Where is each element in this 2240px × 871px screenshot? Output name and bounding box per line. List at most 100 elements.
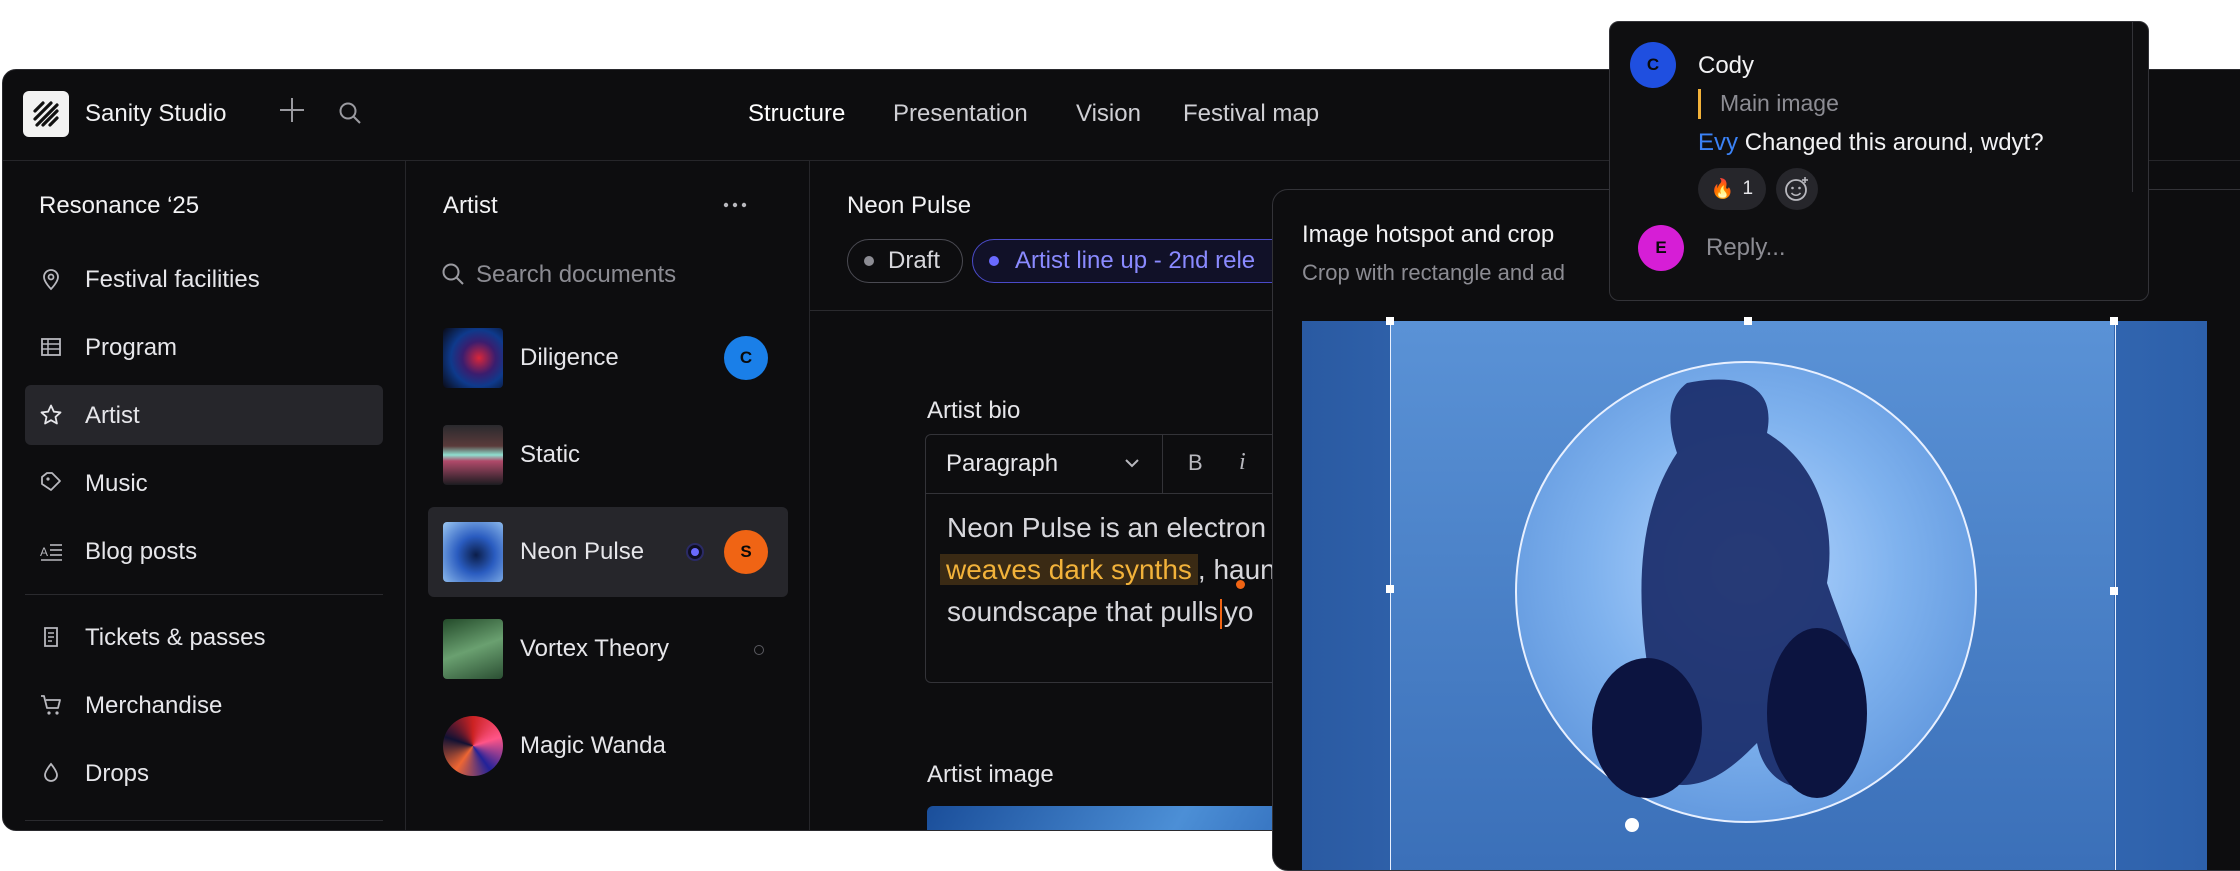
- drop-icon: [39, 761, 63, 785]
- cursor-handle: [1236, 580, 1245, 589]
- header-divider: [810, 310, 1310, 311]
- add-reaction-icon[interactable]: [1776, 168, 1818, 210]
- document-title: Neon Pulse: [847, 192, 972, 219]
- crop-handle-top[interactable]: [1744, 317, 1752, 325]
- artist-thumbnail: [443, 328, 503, 388]
- italic-button[interactable]: i: [1239, 449, 1246, 476]
- search-placeholder: Search documents: [476, 261, 677, 288]
- field-quote-bar: [1698, 89, 1701, 119]
- sidebar-item-label: Drops: [85, 760, 150, 787]
- crop-handle-right[interactable]: [2110, 587, 2118, 595]
- hotspot-circle[interactable]: [1515, 361, 1977, 823]
- app-title: Sanity Studio: [85, 100, 227, 127]
- structure-sidebar: Resonance ‘25 Festival facilities Progra…: [3, 161, 406, 830]
- list-item-diligence[interactable]: Diligence C: [428, 313, 788, 403]
- artist-list-pane: Artist Search documents Diligence C Stat…: [406, 161, 810, 830]
- sidebar-item-label: Blog posts: [85, 538, 198, 565]
- sidebar-item-music[interactable]: Music: [25, 453, 383, 513]
- map-pin-icon: [39, 267, 63, 291]
- sidebar-item-festival-facilities[interactable]: Festival facilities: [25, 249, 383, 309]
- draft-dot: [864, 256, 874, 266]
- bio-line-2: weaves dark synths, haun: [940, 549, 1276, 591]
- hotspot-handle[interactable]: [1625, 818, 1639, 832]
- crop-handle-left[interactable]: [1386, 585, 1394, 593]
- sidebar-divider: [25, 594, 383, 595]
- sidebar-divider: [25, 820, 383, 821]
- sidebar-item-label: Merchandise: [85, 692, 223, 719]
- avatar: C: [724, 336, 768, 380]
- bio-line-3: soundscape that pulls yo: [947, 591, 1253, 633]
- sidebar-item-merchandise[interactable]: Merchandise: [25, 675, 383, 735]
- artist-bio-editor[interactable]: Paragraph B i Neon Pulse is an electron …: [925, 434, 1327, 683]
- comment-text: Changed this around, wdyt?: [1744, 129, 2044, 156]
- reply-input[interactable]: Reply...: [1706, 234, 1786, 262]
- nav-structure[interactable]: Structure: [748, 100, 845, 128]
- artist-thumbnail: [443, 716, 503, 776]
- more-menu-icon[interactable]: [720, 189, 750, 219]
- sidebar-item-label: Festival facilities: [85, 266, 260, 293]
- artist-thumbnail: [443, 522, 503, 582]
- artist-thumbnail: [443, 425, 503, 485]
- hotspot-title: Image hotspot and crop: [1302, 221, 1555, 248]
- comment-author: Cody: [1698, 52, 1755, 79]
- editor-toolbar: Paragraph B i: [926, 435, 1326, 494]
- avatar: S: [724, 530, 768, 574]
- fire-icon: 🔥: [1710, 179, 1735, 200]
- list-item-magic-wanda[interactable]: Magic Wanda: [428, 701, 788, 791]
- sidebar-item-blog-posts[interactable]: A Blog posts: [25, 521, 383, 581]
- nav-presentation[interactable]: Presentation: [893, 100, 1028, 128]
- sidebar-item-label: Program: [85, 334, 178, 361]
- bio-line-1: Neon Pulse is an electron: [947, 512, 1267, 543]
- artist-image-preview[interactable]: [927, 806, 1327, 830]
- avatar: C: [1630, 42, 1676, 88]
- svg-text:A: A: [40, 545, 48, 559]
- search-documents-input[interactable]: Search documents: [440, 254, 780, 294]
- draft-badge[interactable]: Draft: [847, 239, 963, 283]
- status-dot: [754, 645, 764, 655]
- release-dot: [989, 256, 999, 266]
- release-status-dot: [686, 543, 704, 561]
- sidebar-item-label: Tickets & passes: [85, 624, 266, 651]
- avatar: E: [1638, 225, 1684, 271]
- comment-popover: C Cody Main image Evy Changed this aroun…: [1609, 21, 2149, 301]
- crop-canvas[interactable]: [1302, 317, 2207, 870]
- list-item-label: Diligence: [520, 344, 619, 371]
- cart-icon: [39, 693, 63, 717]
- sidebar-item-tickets[interactable]: Tickets & passes: [25, 607, 383, 667]
- mention[interactable]: Evy: [1698, 129, 1738, 156]
- sidebar-item-artist[interactable]: Artist: [25, 385, 383, 445]
- style-select-value: Paragraph: [946, 450, 1059, 477]
- list-item-neon-pulse[interactable]: Neon Pulse S: [428, 507, 788, 597]
- comment-body: Evy Changed this around, wdyt?: [1698, 129, 2044, 157]
- list-item-static[interactable]: Static: [428, 410, 788, 500]
- sidebar-item-drops[interactable]: Drops: [25, 743, 383, 803]
- list-item-label: Vortex Theory: [520, 635, 669, 662]
- sidebar-item-program[interactable]: Program: [25, 317, 383, 377]
- search-icon[interactable]: [337, 100, 363, 131]
- list-item-label: Neon Pulse: [520, 538, 645, 565]
- crop-handle-top-left[interactable]: [1386, 317, 1394, 325]
- nav-festival-map[interactable]: Festival map: [1183, 100, 1319, 128]
- highlighted-text: weaves dark synths: [940, 554, 1198, 585]
- list-item-vortex-theory[interactable]: Vortex Theory: [428, 604, 788, 694]
- bio-line-3-b: yo: [1223, 596, 1254, 627]
- text-cursor: [1219, 598, 1222, 629]
- bold-button[interactable]: B: [1188, 450, 1203, 476]
- create-plus-icon[interactable]: [277, 95, 307, 131]
- chevron-down-icon: [1122, 453, 1142, 478]
- style-select[interactable]: Paragraph: [926, 435, 1163, 493]
- crop-handle-top-right[interactable]: [2110, 317, 2118, 325]
- reaction-count: 1: [1742, 178, 1754, 199]
- nav-vision[interactable]: Vision: [1076, 100, 1141, 128]
- sanity-logo-icon[interactable]: [23, 91, 69, 137]
- pane-title: Artist: [443, 192, 498, 219]
- list-item-label: Static: [520, 441, 581, 468]
- list-item-label: Magic Wanda: [520, 732, 666, 759]
- bio-line-3-a: soundscape that pulls: [947, 596, 1218, 627]
- sidebar-title: Resonance ‘25: [39, 192, 200, 219]
- search-icon: [440, 261, 466, 292]
- star-icon: [39, 403, 63, 427]
- scroll-icon: [39, 625, 63, 649]
- artist-image-label: Artist image: [927, 761, 1054, 788]
- reaction-fire[interactable]: 🔥 1: [1698, 168, 1766, 210]
